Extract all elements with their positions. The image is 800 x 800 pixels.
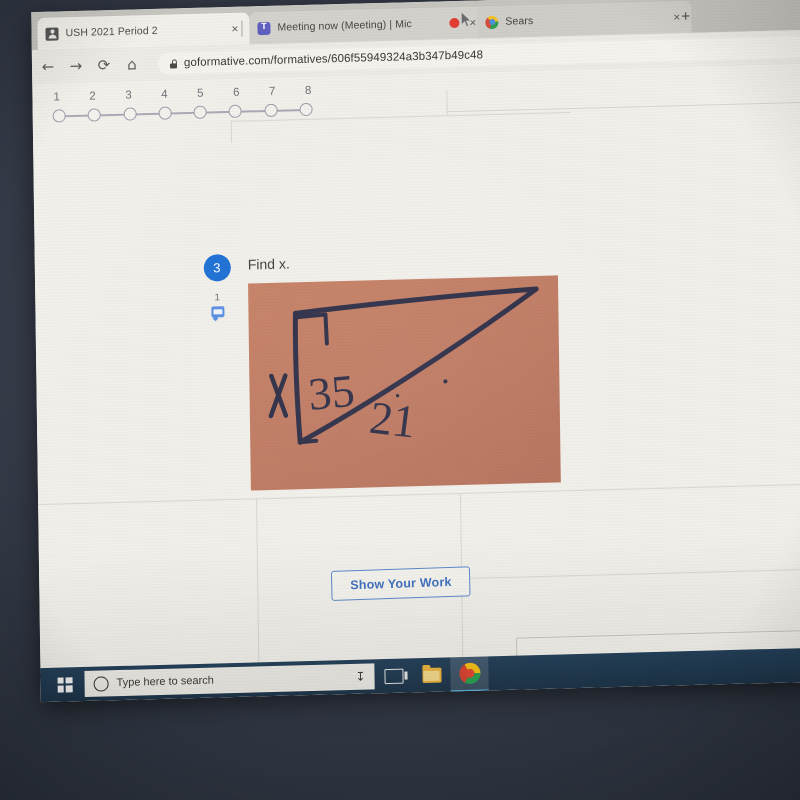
home-icon[interactable]: ⌂ xyxy=(124,55,140,73)
comment-icon[interactable] xyxy=(210,306,225,318)
ink-speck xyxy=(443,379,448,384)
address-bar-url: goformative.com/formatives/606f55949324a… xyxy=(183,49,484,70)
question-prompt: Find x. xyxy=(247,255,290,273)
tab-title: Meeting now (Meeting) | Mic xyxy=(277,18,412,34)
question-block: 3 1 Find x. 35 21 xyxy=(200,245,561,491)
figure-label-x xyxy=(268,373,289,419)
question-dot-8[interactable] xyxy=(299,102,313,117)
question-navigator: 1 2 3 4 5 6 7 8 xyxy=(48,85,316,124)
search-input[interactable]: Type here to search ↧ xyxy=(84,663,375,697)
chrome-taskbar-button[interactable] xyxy=(450,655,489,693)
show-your-work-button[interactable]: Show Your Work xyxy=(330,566,471,601)
question-dot-5[interactable] xyxy=(193,105,207,119)
question-number-4[interactable]: 4 xyxy=(161,89,168,101)
figure-label-21: 21 xyxy=(367,392,419,448)
question-number-5[interactable]: 5 xyxy=(197,88,204,100)
monitor-screen: USH 2021 Period 2 × Meeting now (Meeting… xyxy=(31,0,800,703)
reload-icon[interactable]: ⟳ xyxy=(96,56,112,74)
question-dot-3[interactable] xyxy=(123,107,137,121)
question-number-8[interactable]: 8 xyxy=(305,85,312,97)
question-number-1[interactable]: 1 xyxy=(53,91,60,103)
question-number-7[interactable]: 7 xyxy=(269,86,276,98)
question-number-2[interactable]: 2 xyxy=(89,90,96,102)
panel-divider xyxy=(230,120,233,143)
chrome-icon xyxy=(458,662,481,684)
tab-title: USH 2021 Period 2 xyxy=(65,24,158,40)
chrome-icon xyxy=(485,15,499,29)
panel-divider xyxy=(38,483,800,506)
question-figure-image: 35 21 xyxy=(248,275,561,491)
recording-indicator-icon xyxy=(449,17,460,29)
panel-divider xyxy=(446,101,800,113)
tab-title: Sears xyxy=(505,14,534,28)
back-icon[interactable]: ← xyxy=(40,57,56,75)
question-points: 1 xyxy=(214,292,220,304)
question-body: Find x. 35 21 xyxy=(247,245,561,491)
panel-divider xyxy=(461,568,800,580)
new-tab-button[interactable]: + xyxy=(681,8,690,25)
triangle-diagram: 35 21 xyxy=(268,286,539,448)
task-view-icon xyxy=(383,668,404,684)
cortana-circle-icon xyxy=(93,675,109,692)
microphone-icon[interactable]: ↧ xyxy=(355,670,365,684)
forward-icon[interactable]: → xyxy=(68,56,84,74)
close-icon[interactable]: × xyxy=(228,22,241,36)
search-placeholder: Type here to search xyxy=(116,674,214,690)
lock-icon xyxy=(170,59,177,68)
question-dot-4[interactable] xyxy=(158,106,172,120)
tab-divider xyxy=(241,20,243,37)
formative-page: 1 2 3 4 5 6 7 8 3 1 Find x. 35 21 Show Y… xyxy=(32,63,800,703)
teams-icon xyxy=(257,21,271,35)
question-meta: 3 1 xyxy=(200,253,237,492)
figure-label-35: 35 xyxy=(306,365,356,420)
task-view-button[interactable] xyxy=(374,658,412,693)
question-navigator-numbers: 1 2 3 4 5 6 7 8 xyxy=(48,85,316,104)
question-number-3[interactable]: 3 xyxy=(125,90,132,102)
question-dot-6[interactable] xyxy=(228,104,243,118)
question-dot-2[interactable] xyxy=(87,108,102,122)
windows-logo-icon xyxy=(57,676,73,693)
panel-divider xyxy=(446,90,448,116)
question-number-badge: 3 xyxy=(203,253,231,282)
photo-of-monitor: USH 2021 Period 2 × Meeting now (Meeting… xyxy=(0,0,800,800)
question-dot-1[interactable] xyxy=(52,109,66,123)
file-explorer-icon xyxy=(421,667,442,683)
file-explorer-button[interactable] xyxy=(412,657,450,692)
question-number-6[interactable]: 6 xyxy=(233,87,240,99)
question-dot-7[interactable] xyxy=(264,103,278,118)
start-button[interactable] xyxy=(44,667,84,702)
person-icon xyxy=(45,26,59,41)
